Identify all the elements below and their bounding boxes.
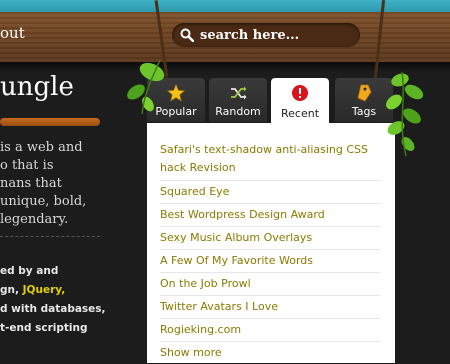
intro-line: legendary. [0, 212, 69, 227]
leaf-cluster-left-icon [127, 59, 165, 115]
credit-line: ed by and [0, 265, 59, 277]
shuffle-icon [231, 86, 247, 100]
title-accent-bar [0, 118, 100, 126]
recent-posts-list: Safari's text-shadow anti-aliasing CSS h… [160, 139, 380, 364]
recent-posts-panel: Safari's text-shadow anti-aliasing CSS h… [147, 123, 395, 363]
credit-line: t-end scripting [0, 322, 88, 334]
search-input[interactable] [200, 26, 350, 44]
search-bar[interactable] [172, 23, 360, 47]
post-link[interactable]: Rogieking.com [160, 323, 241, 336]
dashed-divider [0, 236, 100, 237]
intro-line: unique, bold, [0, 194, 87, 209]
intro-line: o that is [0, 158, 54, 173]
list-item[interactable]: A Few Of My Favorite Words [160, 250, 380, 273]
site-title: ungle [0, 72, 74, 102]
post-link[interactable]: A Few Of My Favorite Words [160, 254, 313, 267]
tab-label: Recent [280, 107, 320, 120]
post-link[interactable]: Twitter Avatars I Love [160, 300, 278, 313]
search-icon [180, 28, 194, 42]
tab-recent[interactable]: Recent [271, 78, 329, 124]
list-item[interactable]: On the Job Prowl [160, 273, 380, 296]
list-item[interactable]: Sexy Music Album Overlays [160, 227, 380, 250]
list-item[interactable]: Twitter Avatars I Love [160, 296, 380, 319]
widget-tabs: Popular Random Recent Tags [147, 78, 395, 124]
list-item[interactable]: Safari's text-shadow anti-aliasing CSS h… [160, 139, 380, 181]
intro-line: nans that [0, 176, 62, 191]
list-item[interactable]: Best Wordpress Design Award [160, 204, 380, 227]
tag-icon [357, 84, 372, 102]
post-link[interactable]: Safari's text-shadow anti-aliasing CSS h… [160, 143, 368, 174]
tab-random[interactable]: Random [209, 78, 267, 122]
alert-badge-icon [292, 85, 308, 101]
tab-label: Random [215, 105, 261, 118]
show-more-link[interactable]: Show more [160, 346, 222, 359]
post-link[interactable]: On the Job Prowl [160, 277, 251, 290]
post-link[interactable]: Best Wordpress Design Award [160, 208, 325, 221]
credit-line: gn, JQuery, [0, 284, 66, 296]
post-link[interactable]: Sexy Music Album Overlays [160, 231, 312, 244]
list-item[interactable]: Rogieking.com [160, 319, 380, 342]
credit-line: d with databases, [0, 303, 106, 315]
list-item[interactable]: Show more [160, 342, 380, 364]
post-link[interactable]: Squared Eye [160, 185, 229, 198]
credits-text: ed by and gn, JQuery, d with databases, … [0, 262, 106, 338]
leaf-cluster-right-icon [386, 71, 424, 157]
jquery-link[interactable]: JQuery, [23, 284, 66, 296]
intro-text: is a web and o that is nans that unique,… [0, 139, 112, 229]
list-item[interactable]: Squared Eye [160, 181, 380, 204]
nav-link-about[interactable]: out [0, 24, 25, 42]
intro-line: is a web and [0, 140, 83, 155]
